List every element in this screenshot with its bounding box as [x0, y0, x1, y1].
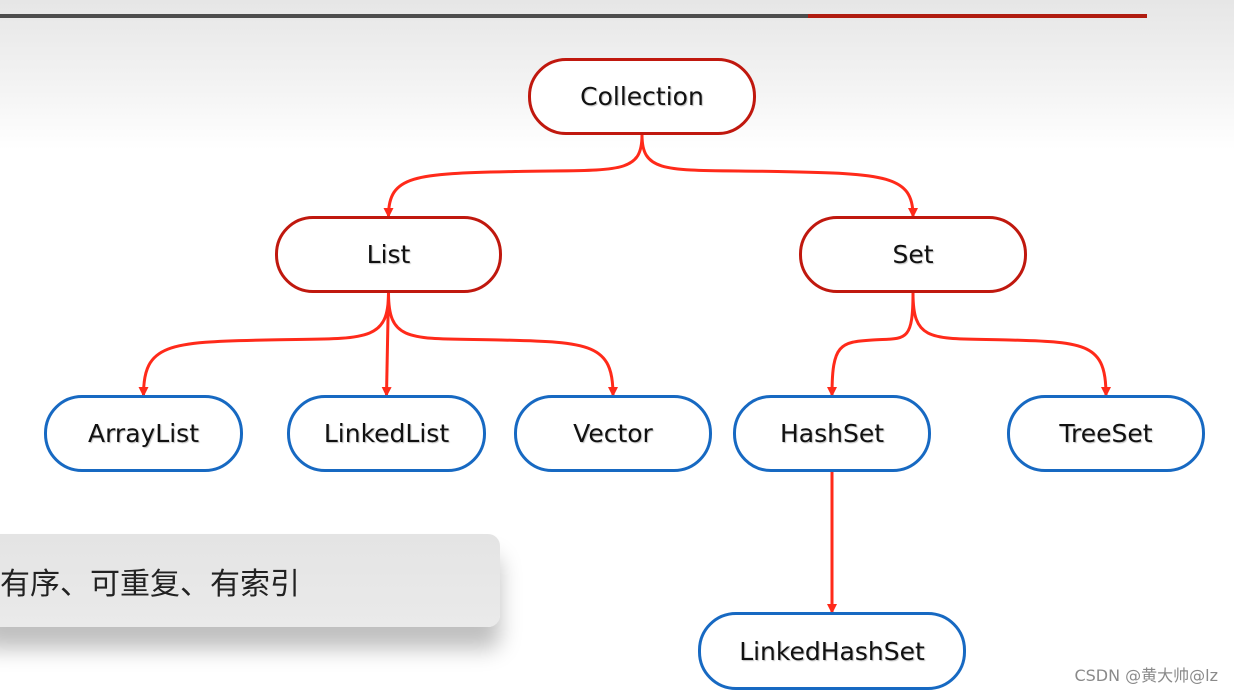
node-list: List: [275, 216, 502, 293]
list-properties-note: 有序、可重复、有索引: [0, 534, 500, 627]
node-arraylist: ArrayList: [44, 395, 243, 472]
watermark: CSDN @黄大帅@lz: [1074, 666, 1218, 685]
edge-list-to-vector: [387, 292, 618, 397]
node-hashset: HashSet: [733, 395, 931, 472]
node-collection: Collection: [528, 58, 756, 135]
edge-set-to-hashset: [827, 292, 915, 397]
edge-list-to-arraylist: [138, 292, 390, 397]
note-text: 有序、可重复、有索引: [0, 566, 300, 602]
node-treeset: TreeSet: [1007, 395, 1205, 472]
node-linkedhashset: LinkedHashSet: [698, 612, 966, 690]
node-vector: Vector: [514, 395, 712, 472]
node-linkedlist: LinkedList: [287, 395, 486, 472]
edge-set-to-treeset: [911, 292, 1111, 397]
edge-collection-to-set: [640, 134, 918, 218]
edge-collection-to-list: [383, 134, 644, 218]
node-set: Set: [799, 216, 1027, 293]
